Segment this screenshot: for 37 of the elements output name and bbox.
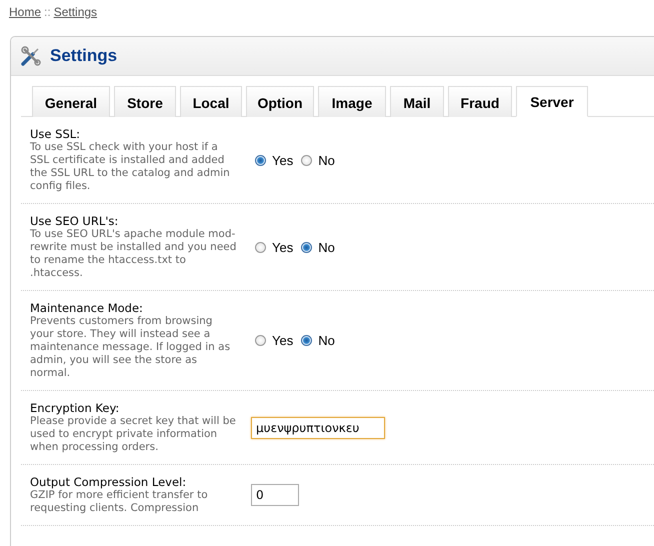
panel-title: Settings — [50, 46, 118, 66]
text-field[interactable]: μυενψρυπτιονκευ — [251, 416, 385, 438]
tab[interactable]: Option — [246, 86, 314, 117]
tab[interactable]: Store — [114, 86, 176, 117]
breadcrumb-link[interactable]: Settings — [54, 5, 98, 19]
radio-button[interactable] — [301, 335, 312, 346]
radio-label: No — [318, 333, 335, 348]
breadcrumb-separator: :: — [44, 5, 51, 19]
tab[interactable]: Local — [180, 86, 242, 117]
setting-description: Please provide a secret key that will be used to encrypt private information when processing orders. — [30, 415, 237, 454]
breadcrumb-link[interactable]: Home — [9, 5, 42, 19]
setting-description: Prevents customers from browsing your store. They will instead see a maintenance message. If logged in as admin, you will see the store as normal. — [30, 315, 232, 380]
radio-label: Yes — [272, 240, 294, 254]
tab[interactable]: Image — [318, 86, 386, 117]
radio-label: Yes — [272, 333, 294, 348]
setting-description: GZIP for more efficient transfer to requesting clients. Compression — [30, 489, 209, 515]
setting-label: Encryption Key: — [30, 401, 120, 415]
radio-label: Yes — [272, 152, 294, 168]
setting-description: To use SEO URL's apache module mod-rewrite must be installed and you need to rename the htaccess.txt to .htaccess. — [30, 228, 238, 280]
setting-label: Use SSL: — [30, 127, 82, 141]
tab[interactable]: Mail — [390, 86, 444, 117]
setting-description: To use SSL check with your host if a SSL certificate is installed and added the SSL URL to the catalog and admin config files. — [30, 141, 231, 193]
number-field[interactable]: 0 — [251, 484, 299, 506]
tab[interactable]: Fraud — [448, 86, 512, 117]
radio-label: No — [318, 152, 335, 168]
tools-icon — [20, 45, 42, 67]
setting-label: Maintenance Mode: — [30, 301, 144, 315]
radio-button[interactable] — [255, 335, 266, 346]
radio-button[interactable] — [301, 242, 312, 252]
radio-button[interactable] — [255, 242, 266, 252]
tab[interactable]: Server — [516, 86, 588, 117]
radio-label: No — [318, 240, 335, 254]
setting-label: Output Compression Level: — [30, 475, 188, 489]
setting-label: Use SEO URL's: — [30, 214, 120, 228]
radio-button[interactable] — [255, 154, 266, 166]
radio-button[interactable] — [301, 154, 312, 166]
tab[interactable]: General — [32, 86, 110, 117]
